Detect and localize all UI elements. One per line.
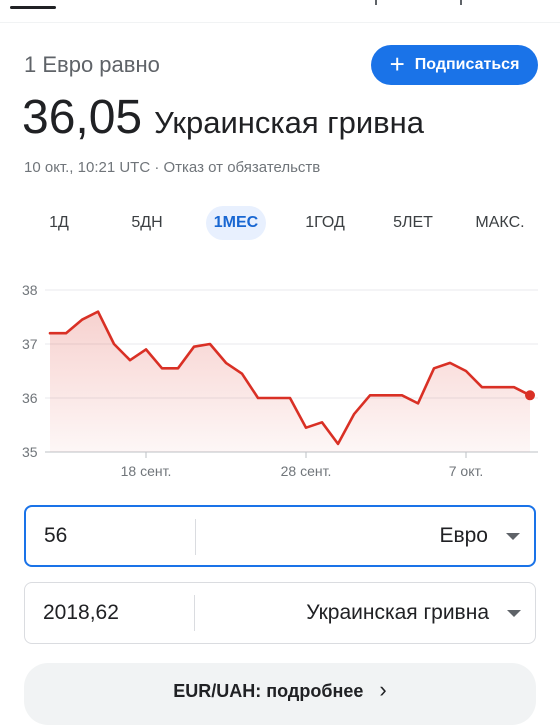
field-divider: [194, 595, 195, 631]
dropdown-arrow-icon[interactable]: [506, 533, 520, 540]
dropdown-arrow-icon[interactable]: [507, 610, 521, 617]
more-details-button[interactable]: EUR/UAH: подробнее ›: [24, 663, 536, 725]
y-tick-label: 36: [22, 390, 38, 406]
chart-current-point: [525, 390, 535, 401]
chevron-right-icon: ›: [379, 677, 387, 702]
rate-currency: Украинская гривна: [154, 105, 424, 140]
tab-edge-mark: [375, 0, 377, 5]
exchange-rate-chart[interactable]: 38 37 36 35 18 сент. 28 сент. 7 окт.: [0, 270, 560, 490]
x-tick-label: 28 сент.: [281, 463, 332, 479]
result-value[interactable]: 2018,62: [43, 583, 119, 643]
rate-label: 1 Евро равно: [24, 52, 160, 77]
subscribe-button[interactable]: + Подписаться: [371, 45, 538, 85]
y-tick-label: 37: [22, 336, 38, 352]
range-tab-max[interactable]: МАКС.: [468, 206, 532, 240]
amount-value[interactable]: 56: [44, 507, 67, 565]
active-tab-indicator: [10, 6, 56, 9]
to-currency-select[interactable]: Украинская гривна: [306, 583, 489, 643]
plus-icon: +: [389, 49, 405, 79]
range-tab-1m[interactable]: 1МЕС: [206, 206, 266, 240]
range-tab-1d[interactable]: 1Д: [34, 206, 84, 240]
y-tick-label: 35: [22, 444, 38, 460]
field-divider: [195, 519, 196, 555]
range-tab-5d[interactable]: 5ДН: [120, 206, 174, 240]
y-tick-label: 38: [22, 282, 38, 298]
from-currency-select[interactable]: Евро: [439, 507, 488, 565]
range-tab-5y[interactable]: 5ЛЕТ: [382, 206, 444, 240]
amount-input-field[interactable]: 56 Евро: [24, 505, 536, 567]
top-tab-bar: [0, 0, 560, 23]
exchange-rate: 36,05 Украинская гривна: [22, 90, 424, 145]
x-tick-label: 18 сент.: [121, 463, 172, 479]
more-details-label: EUR/UAH: подробнее: [173, 681, 364, 701]
tab-edge-mark: [460, 0, 462, 5]
range-tab-1y[interactable]: 1ГОД: [296, 206, 354, 240]
x-tick-label: 7 окт.: [449, 463, 484, 479]
time-range-selector: 1Д 5ДН 1МЕС 1ГОД 5ЛЕТ МАКС.: [24, 206, 540, 242]
rate-timestamp-disclaimer[interactable]: 10 окт., 10:21 UTC · Отказ от обязательс…: [24, 159, 320, 176]
result-field[interactable]: 2018,62 Украинская гривна: [24, 582, 536, 644]
rate-value: 36,05: [22, 91, 143, 144]
chart-area-fill: [50, 311, 530, 452]
subscribe-label: Подписаться: [414, 56, 520, 73]
